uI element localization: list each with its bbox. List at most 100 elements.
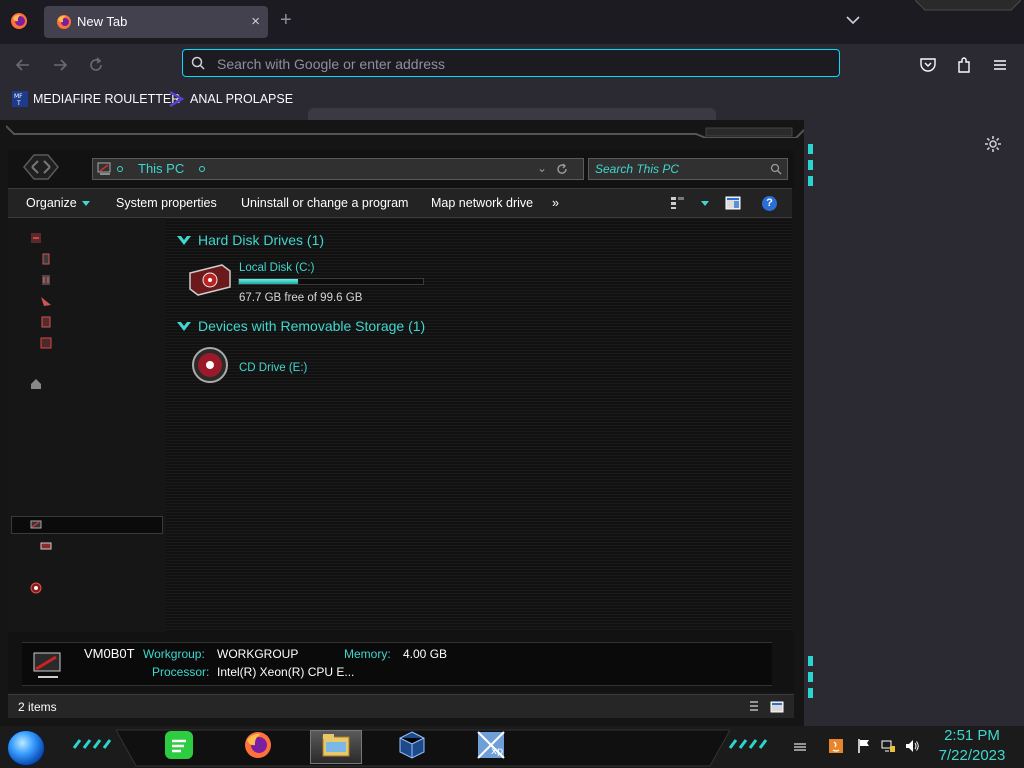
- bookmark-mediafire-rouletter[interactable]: MF T MEDIAFIRE ROULETTER: [12, 90, 180, 108]
- svg-text:xp: xp: [491, 746, 503, 757]
- details-panel: VM0B0T Workgroup: WORKGROUP Memory: 4.00…: [22, 642, 772, 686]
- details-view-icon[interactable]: [748, 700, 760, 714]
- computer-icon: [30, 520, 42, 529]
- organize-label: Organize: [26, 196, 77, 210]
- preview-pane-icon[interactable]: [725, 196, 741, 210]
- favorites-icon: [31, 233, 41, 243]
- reload-icon[interactable]: [87, 56, 105, 74]
- explorer-address-bar[interactable]: This PC ⌄: [92, 158, 584, 180]
- bookmark-second[interactable]: ANAL PROLAPSE: [169, 90, 293, 108]
- breadcrumb[interactable]: This PC: [138, 161, 184, 176]
- caret-down-icon: [81, 201, 90, 207]
- action-center-flag-icon[interactable]: [856, 738, 872, 754]
- help-icon[interactable]: ?: [762, 196, 777, 211]
- downloads-icon: [42, 275, 50, 285]
- item-count: 2 items: [18, 700, 57, 714]
- back-arrow-icon[interactable]: [14, 56, 32, 74]
- drive-usage-fill: [239, 279, 298, 284]
- status-bar: 2 items: [8, 694, 794, 718]
- more-commands-button[interactable]: »: [552, 196, 559, 210]
- drive-name-local-disk[interactable]: Local Disk (C:): [239, 262, 314, 274]
- navigation-pane: [8, 218, 166, 632]
- url-input[interactable]: [215, 50, 819, 78]
- firefox-favicon-icon: [57, 15, 71, 29]
- computer-icon: [97, 162, 111, 175]
- group-header-removable[interactable]: Devices with Removable Storage (1): [176, 318, 425, 334]
- drive-free-space: 67.7 GB free of 99.6 GB: [239, 292, 363, 304]
- taskbar: xp 2:51 PM 7/22/2023: [0, 726, 1024, 768]
- breadcrumb-separator-icon: [117, 166, 123, 172]
- file-explorer-icon[interactable]: [321, 730, 351, 760]
- documents-icon: [41, 316, 51, 328]
- bookmark-label: MEDIAFIRE ROULETTER: [33, 92, 181, 106]
- explorer-window: This PC ⌄ Search This PC Organize System…: [0, 120, 813, 726]
- windows-xp-icon[interactable]: xp: [476, 730, 506, 760]
- pocket-icon[interactable]: [919, 56, 937, 74]
- tab-new-tab[interactable]: New Tab ×: [44, 6, 268, 38]
- forward-arrow-icon[interactable]: [51, 56, 69, 74]
- frame-accent: [808, 672, 813, 682]
- drive-name-cd-drive[interactable]: CD Drive (E:): [239, 362, 307, 374]
- address-row: This PC ⌄ Search This PC: [8, 150, 794, 188]
- search-placeholder: Search This PC: [595, 162, 680, 176]
- chevron-down-icon: [177, 322, 191, 332]
- group-header-label: Devices with Removable Storage (1): [198, 318, 426, 334]
- refresh-icon[interactable]: [555, 162, 569, 176]
- details-pane: VM0B0T Workgroup: WORKGROUP Memory: 4.00…: [8, 632, 794, 692]
- show-hidden-icons-icon[interactable]: [792, 738, 808, 754]
- breadcrumb-separator-icon[interactable]: [199, 166, 205, 172]
- drive-usage-bar: [238, 278, 424, 285]
- hard-drive-icon: [40, 542, 52, 550]
- network-status-icon[interactable]: [880, 738, 896, 754]
- close-tab-icon[interactable]: ×: [251, 13, 260, 30]
- chevron-down-icon[interactable]: ⌄: [537, 161, 547, 175]
- virtualbox-icon[interactable]: [397, 730, 427, 760]
- frame-accent: [808, 176, 813, 186]
- cd-drive-icon[interactable]: [190, 346, 234, 384]
- bookmark-label: ANAL PROLAPSE: [190, 92, 294, 106]
- pictures-icon: [40, 337, 52, 349]
- memory-value: 4.00 GB: [403, 647, 448, 661]
- frame-accent: [808, 688, 813, 698]
- tab-title: New Tab: [77, 14, 128, 29]
- view-options-caret-icon[interactable]: [701, 201, 709, 206]
- hamburger-menu-icon[interactable]: [991, 56, 1009, 74]
- group-header-label: Hard Disk Drives (1): [198, 232, 325, 248]
- taskbar-accent: [72, 739, 112, 749]
- chevron-down-icon[interactable]: [845, 12, 861, 28]
- hard-drive-icon[interactable]: [188, 261, 232, 299]
- spotify-icon[interactable]: [164, 730, 194, 760]
- window-frame-decoration: [6, 125, 804, 138]
- group-header-hard-disk[interactable]: Hard Disk Drives (1): [176, 232, 324, 248]
- workgroup-label: Workgroup:: [143, 647, 205, 661]
- map-network-drive-button[interactable]: Map network drive: [431, 196, 533, 210]
- organize-menu[interactable]: Organize: [26, 196, 90, 210]
- large-icons-view-icon[interactable]: [770, 700, 784, 714]
- network-icon: [30, 582, 42, 594]
- start-button[interactable]: [7, 730, 45, 766]
- java-update-icon[interactable]: [828, 738, 844, 754]
- window-frame-decoration: [915, 0, 1021, 11]
- frame-accent: [808, 656, 813, 666]
- firefox-icon[interactable]: [10, 12, 28, 30]
- change-view-icon[interactable]: [670, 196, 686, 210]
- volume-icon[interactable]: [904, 738, 920, 754]
- system-clock[interactable]: 2:51 PM 7/22/2023: [930, 726, 1014, 766]
- back-forward-orb-icon[interactable]: [22, 152, 60, 182]
- firefox-icon[interactable]: [243, 730, 273, 760]
- memory-label: Memory:: [344, 647, 391, 661]
- uninstall-program-button[interactable]: Uninstall or change a program: [241, 196, 408, 210]
- svg-text:T: T: [16, 100, 21, 107]
- address-bar[interactable]: [182, 49, 840, 78]
- new-tab-button[interactable]: +: [280, 10, 292, 30]
- frame-accent: [808, 160, 813, 170]
- explorer-search-box[interactable]: Search This PC: [588, 158, 788, 180]
- search-icon: [191, 56, 205, 70]
- purple-chevron-icon: [169, 91, 185, 107]
- recent-places-icon: [41, 297, 51, 306]
- gear-icon[interactable]: [984, 135, 1002, 153]
- desktop-icon: [42, 253, 50, 265]
- system-properties-button[interactable]: System properties: [116, 196, 217, 210]
- extensions-icon[interactable]: [955, 56, 973, 74]
- frame-accent: [808, 144, 813, 154]
